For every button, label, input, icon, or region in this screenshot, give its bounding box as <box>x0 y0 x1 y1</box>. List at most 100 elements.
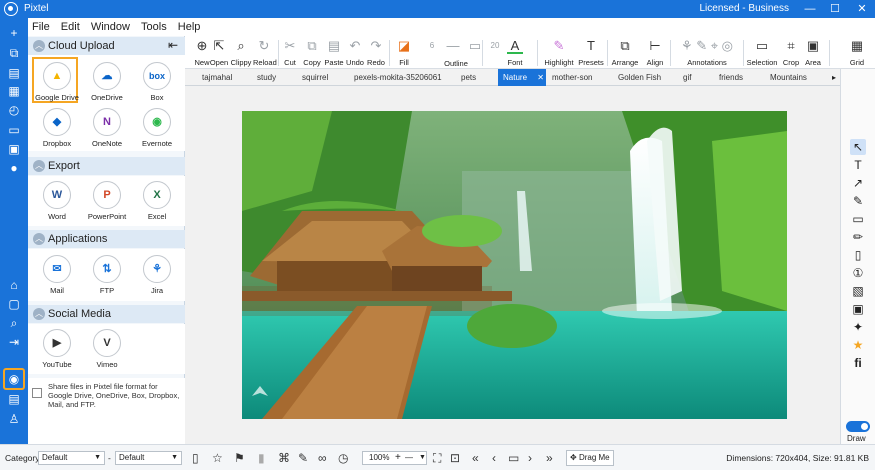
zoom-in-icon[interactable]: + <box>395 452 401 464</box>
note-tool-icon[interactable]: ▯ <box>850 247 866 263</box>
second-select[interactable]: Default ▼ <box>115 451 182 465</box>
align-button[interactable]: ⊢ Align <box>643 38 667 67</box>
menu-file[interactable]: File <box>28 18 54 33</box>
selection-button[interactable]: ▭ Selection <box>746 38 778 67</box>
tab-mountains[interactable]: Mountains <box>770 69 807 86</box>
category-select[interactable]: Default ▼ <box>38 451 105 465</box>
arrange-button[interactable]: ⧉ Arrange <box>611 38 639 67</box>
pin-panel-icon[interactable]: ⇤ <box>168 38 178 52</box>
share-pixtel-format-checkbox[interactable] <box>32 388 42 398</box>
add-icon[interactable]: + <box>7 26 21 40</box>
tab-close-icon[interactable]: ✕ <box>537 73 544 82</box>
menu-edit[interactable]: Edit <box>57 18 84 33</box>
prev-page-icon[interactable]: ‹ <box>492 450 496 466</box>
chevron-down-icon[interactable]: ▼ <box>419 452 426 464</box>
share-icon[interactable]: ◉ <box>3 368 25 390</box>
arrow-tool-icon[interactable]: ↗ <box>850 175 866 191</box>
fit-width-icon[interactable]: ⊡ <box>450 450 460 466</box>
folder-icon[interactable]: ▢ <box>7 297 21 311</box>
google-drive-tile[interactable]: ▲ Google Drive <box>32 57 79 103</box>
tab-mother-son[interactable]: mother-son <box>552 69 592 86</box>
drag-me-button[interactable]: ✥ Drag Me <box>566 450 614 466</box>
grid-button[interactable]: ▦ Grid <box>847 38 867 67</box>
jira-tile[interactable]: ⚘ Jira <box>134 252 180 298</box>
link-icon[interactable]: ∞ <box>318 450 327 466</box>
annotations-group[interactable]: ⚘ ✎ ⌖ ◎ Annotations <box>675 38 739 67</box>
fit-window-icon[interactable]: ⛶ <box>433 450 441 466</box>
outline-button[interactable]: ▭ <box>463 38 487 54</box>
copy-button[interactable]: ⧉ Copy <box>302 38 322 67</box>
section-social-media[interactable]: ︿ Social Media <box>28 305 185 323</box>
tab-tajmahal[interactable]: tajmahal <box>202 69 232 86</box>
section-export[interactable]: ︿ Export <box>28 157 185 175</box>
presets-button[interactable]: T Presets <box>578 38 604 67</box>
fill-button[interactable]: ◪ Fill <box>393 38 415 67</box>
paste-button[interactable]: ▤ Paste <box>323 38 345 67</box>
tab-squirrel[interactable]: squirrel <box>302 69 328 86</box>
tab-nature[interactable]: Nature ✕ <box>498 69 546 86</box>
tag-icon[interactable]: ⌘ <box>278 450 290 466</box>
bookmark-icon[interactable]: ▮ <box>258 450 265 466</box>
reload-button[interactable]: ↻ Reload <box>253 38 277 67</box>
window-icon[interactable]: ▭ <box>7 123 21 137</box>
print-icon[interactable]: ▤ <box>7 392 21 406</box>
font-button[interactable]: A Font <box>507 38 523 67</box>
vimeo-tile[interactable]: V Vimeo <box>84 326 130 372</box>
history-icon[interactable]: ◴ <box>7 103 21 117</box>
outline-width-dropdown[interactable]: 6 <box>423 38 441 54</box>
draw-toggle[interactable] <box>846 421 870 432</box>
tab-gif[interactable]: gif <box>683 69 691 86</box>
crop-button[interactable]: ⌗ Crop <box>782 38 800 67</box>
video-icon[interactable]: ● <box>7 161 21 175</box>
document-icon[interactable]: ▤ <box>7 66 21 80</box>
redo-button[interactable]: ↷ Redo <box>366 38 386 67</box>
pen-tool-icon[interactable]: ✎ <box>850 193 866 209</box>
close-button[interactable]: ✕ <box>851 0 873 18</box>
tab-golden-fish[interactable]: Golden Fish <box>618 69 661 86</box>
fi-tool-icon[interactable]: fi <box>850 355 866 371</box>
cut-button[interactable]: ✂ Cut <box>281 38 299 67</box>
tab-pets[interactable]: pets <box>461 69 476 86</box>
outline-style-dropdown[interactable]: — <box>445 38 461 54</box>
collapse-chevron-icon[interactable]: ︿ <box>33 308 45 320</box>
evernote-tile[interactable]: ◉ Evernote <box>134 105 180 151</box>
image-tool-icon[interactable]: ▣ <box>850 301 866 317</box>
excel-tile[interactable]: X Excel <box>134 178 180 224</box>
collapse-chevron-icon[interactable]: ︿ <box>33 160 45 172</box>
highlighter-tool-icon[interactable]: ✏ <box>850 229 866 245</box>
user-icon[interactable]: ♙ <box>7 412 21 426</box>
menu-help[interactable]: Help <box>174 18 205 33</box>
tab-pexels[interactable]: pexels-mokita-35206061 <box>354 69 442 86</box>
open-button[interactable]: ⇱ Open <box>209 38 229 67</box>
editor-canvas[interactable] <box>185 86 840 444</box>
nature-image[interactable] <box>242 111 787 419</box>
star-icon[interactable]: ☆ <box>212 450 223 466</box>
panel-toggle-icon[interactable]: ▯ <box>192 450 199 466</box>
search-icon[interactable]: ⌕ <box>7 316 21 330</box>
tab-study[interactable]: study <box>257 69 276 86</box>
blur-tool-icon[interactable]: ▧ <box>850 283 866 299</box>
step-counter-tool-icon[interactable]: ① <box>850 265 866 281</box>
first-page-icon[interactable]: « <box>472 450 479 466</box>
list-icon[interactable]: ▦ <box>7 84 21 98</box>
page-icon[interactable]: ▭ <box>508 450 519 466</box>
history-icon[interactable]: ◷ <box>338 450 348 466</box>
box-tile[interactable]: box Box <box>134 59 180 105</box>
menu-window[interactable]: Window <box>87 18 134 33</box>
area-button[interactable]: ▣ Area <box>804 38 822 67</box>
minimize-button[interactable]: — <box>799 0 821 18</box>
menu-tools[interactable]: Tools <box>137 18 171 33</box>
zoom-control[interactable]: 100% + — ▼ <box>362 451 427 465</box>
next-page-icon[interactable]: › <box>528 450 532 466</box>
rectangle-tool-icon[interactable]: ▭ <box>850 211 866 227</box>
edit-icon[interactable]: ✎ <box>298 450 308 466</box>
highlight-button[interactable]: ✎ Highlight <box>541 38 577 67</box>
star-tool-icon[interactable]: ★ <box>850 337 866 353</box>
section-applications[interactable]: ︿ Applications <box>28 230 185 248</box>
capture-icon[interactable]: ⧉ <box>7 46 21 60</box>
export-icon[interactable]: ⇥ <box>7 335 21 349</box>
maximize-button[interactable]: ☐ <box>824 0 846 18</box>
undo-button[interactable]: ↶ Undo <box>345 38 365 67</box>
tab-friends[interactable]: friends <box>719 69 743 86</box>
clippy-button[interactable]: ⌕ Clippy <box>229 38 253 67</box>
